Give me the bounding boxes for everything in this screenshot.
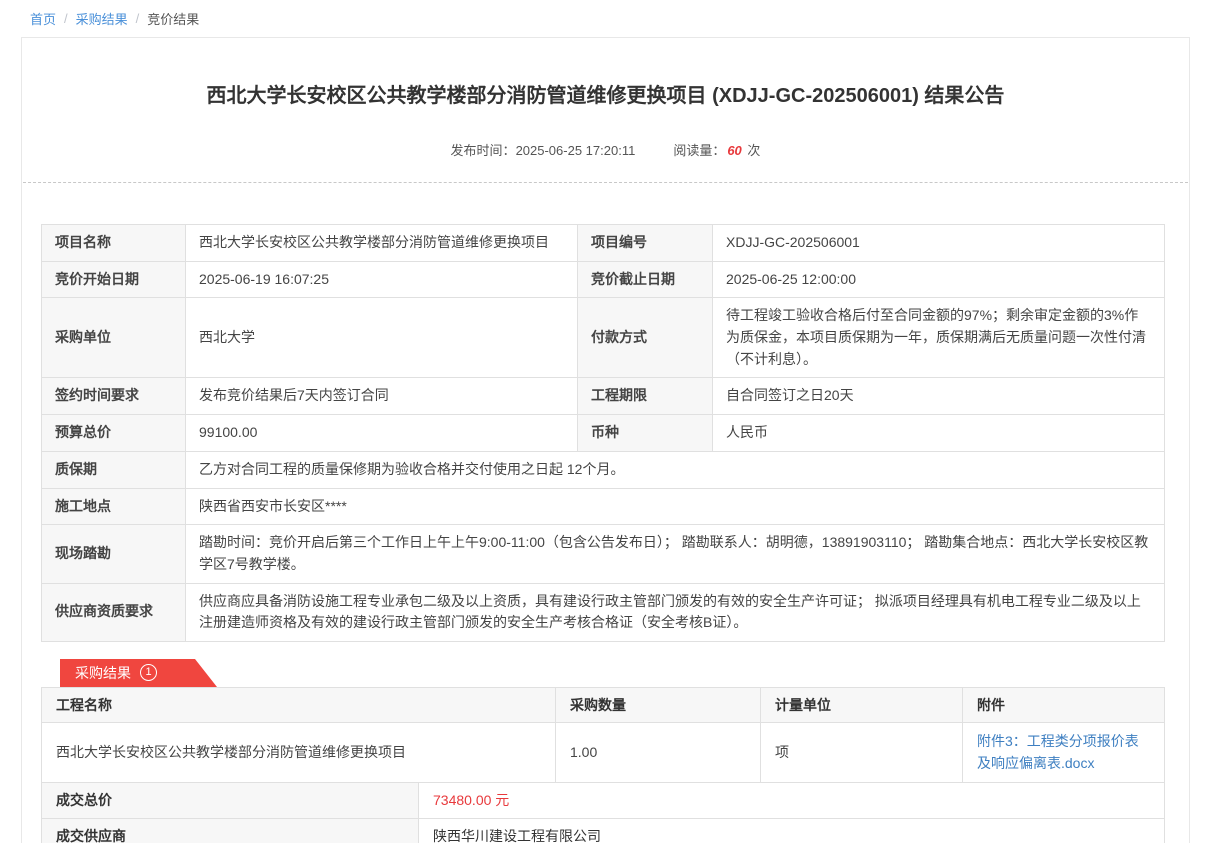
- field-value-supplier-qualification: 供应商应具备消防设施工程专业承包二级及以上资质，具有建设行政主管部门颁发的有效的…: [186, 583, 1165, 641]
- field-label-project-name: 项目名称: [42, 225, 186, 262]
- column-header-quantity: 采购数量: [556, 687, 761, 722]
- table-row: 签约时间要求 发布竞价结果后7天内签订合同 工程期限 自合同签订之日20天: [42, 378, 1165, 415]
- field-label-project-duration: 工程期限: [578, 378, 713, 415]
- result-table-header-row: 工程名称 采购数量 计量单位 附件: [42, 687, 1165, 722]
- field-value-winning-supplier: 陕西华川建设工程有限公司: [419, 819, 1165, 843]
- table-row: 施工地点 陕西省西安市长安区****: [42, 488, 1165, 525]
- field-value-budget-total: 99100.00: [186, 415, 578, 452]
- breadcrumb-home-link[interactable]: 首页: [30, 9, 56, 28]
- result-unit: 项: [761, 722, 963, 782]
- publish-time-value: 2025-06-25 17:20:11: [516, 143, 636, 158]
- views-unit: 次: [747, 143, 760, 158]
- project-info-table: 项目名称 西北大学长安校区公共教学楼部分消防管道维修更换项目 项目编号 XDJJ…: [41, 224, 1165, 642]
- content-card: 西北大学长安校区公共教学楼部分消防管道维修更换项目 (XDJJ-GC-20250…: [21, 37, 1190, 843]
- field-value-warranty-period: 乙方对合同工程的质量保修期为验收合格并交付使用之日起 12个月。: [186, 451, 1165, 488]
- breadcrumb-separator: /: [64, 11, 68, 26]
- result-summary-table: 成交总价 73480.00 元 成交供应商 陕西华川建设工程有限公司: [41, 782, 1165, 843]
- table-row: 供应商资质要求 供应商应具备消防设施工程专业承包二级及以上资质，具有建设行政主管…: [42, 583, 1165, 641]
- field-label-bid-end-date: 竞价截止日期: [578, 261, 713, 298]
- field-value-project-number: XDJJ-GC-202506001: [713, 225, 1165, 262]
- breadcrumb-separator: /: [136, 11, 140, 26]
- table-row: 成交总价 73480.00 元: [42, 782, 1165, 819]
- field-label-final-price: 成交总价: [42, 782, 419, 819]
- field-value-bid-start-date: 2025-06-19 16:07:25: [186, 261, 578, 298]
- field-label-supplier-qualification: 供应商资质要求: [42, 583, 186, 641]
- page-title: 西北大学长安校区公共教学楼部分消防管道维修更换项目 (XDJJ-GC-20250…: [22, 38, 1189, 110]
- table-row: 现场踏勘 踏勘时间：竞价开启后第三个工作日上午上午9:00-11:00（包含公告…: [42, 525, 1165, 583]
- field-value-bid-end-date: 2025-06-25 12:00:00: [713, 261, 1165, 298]
- field-value-project-duration: 自合同签订之日20天: [713, 378, 1165, 415]
- field-value-site-survey: 踏勘时间：竞价开启后第三个工作日上午上午9:00-11:00（包含公告发布日）；…: [186, 525, 1165, 583]
- field-label-project-number: 项目编号: [578, 225, 713, 262]
- field-label-budget-total: 预算总价: [42, 415, 186, 452]
- table-row: 预算总价 99100.00 币种 人民币: [42, 415, 1165, 452]
- table-row: 项目名称 西北大学长安校区公共教学楼部分消防管道维修更换项目 项目编号 XDJJ…: [42, 225, 1165, 262]
- procurement-result-table: 工程名称 采购数量 计量单位 附件 西北大学长安校区公共教学楼部分消防管道维修更…: [41, 687, 1165, 783]
- table-row: 成交供应商 陕西华川建设工程有限公司: [42, 819, 1165, 843]
- column-header-project-name: 工程名称: [42, 687, 556, 722]
- field-value-final-price: 73480.00 元: [419, 782, 1165, 819]
- field-label-winning-supplier: 成交供应商: [42, 819, 419, 843]
- result-project-name: 西北大学长安校区公共教学楼部分消防管道维修更换项目: [42, 722, 556, 782]
- publish-time-label: 发布时间：: [451, 143, 516, 158]
- column-header-attachment: 附件: [963, 687, 1165, 722]
- field-label-payment-method: 付款方式: [578, 298, 713, 378]
- attachment-download-link[interactable]: 附件3：工程类分项报价表及响应偏离表.docx: [977, 733, 1139, 771]
- field-value-project-name: 西北大学长安校区公共教学楼部分消防管道维修更换项目: [186, 225, 578, 262]
- field-label-currency: 币种: [578, 415, 713, 452]
- field-value-currency: 人民币: [713, 415, 1165, 452]
- breadcrumb: 首页 / 采购结果 / 竞价结果: [0, 0, 1211, 35]
- field-value-signing-time: 发布竞价结果后7天内签订合同: [186, 378, 578, 415]
- breadcrumb-procurement-results-link[interactable]: 采购结果: [76, 9, 128, 28]
- field-label-purchasing-unit: 采购单位: [42, 298, 186, 378]
- result-table-data-row: 西北大学长安校区公共教学楼部分消防管道维修更换项目 1.00 项 附件3：工程类…: [42, 722, 1165, 782]
- field-value-payment-method: 待工程竣工验收合格后付至合同金额的97%；剩余审定金额的3%作为质保金，本项目质…: [713, 298, 1165, 378]
- views-count: 60: [727, 143, 741, 158]
- field-label-bid-start-date: 竞价开始日期: [42, 261, 186, 298]
- result-quantity: 1.00: [556, 722, 761, 782]
- procurement-result-badge-label: 采购结果: [75, 663, 131, 683]
- views-label: 阅读量：: [673, 143, 725, 158]
- field-label-warranty-period: 质保期: [42, 451, 186, 488]
- field-value-construction-site: 陕西省西安市长安区****: [186, 488, 1165, 525]
- article-meta: 发布时间：2025-06-25 17:20:11 阅读量：60 次: [22, 140, 1189, 159]
- dashed-divider: [23, 182, 1188, 183]
- field-value-purchasing-unit: 西北大学: [186, 298, 578, 378]
- result-count-badge: 1: [140, 664, 157, 681]
- breadcrumb-current-page: 竞价结果: [147, 9, 199, 28]
- table-row: 采购单位 西北大学 付款方式 待工程竣工验收合格后付至合同金额的97%；剩余审定…: [42, 298, 1165, 378]
- field-label-signing-time: 签约时间要求: [42, 378, 186, 415]
- field-label-site-survey: 现场踏勘: [42, 525, 186, 583]
- table-row: 质保期 乙方对合同工程的质量保修期为验收合格并交付使用之日起 12个月。: [42, 451, 1165, 488]
- column-header-unit: 计量单位: [761, 687, 963, 722]
- field-label-construction-site: 施工地点: [42, 488, 186, 525]
- procurement-result-badge: 采购结果 1: [60, 659, 217, 687]
- table-row: 竞价开始日期 2025-06-19 16:07:25 竞价截止日期 2025-0…: [42, 261, 1165, 298]
